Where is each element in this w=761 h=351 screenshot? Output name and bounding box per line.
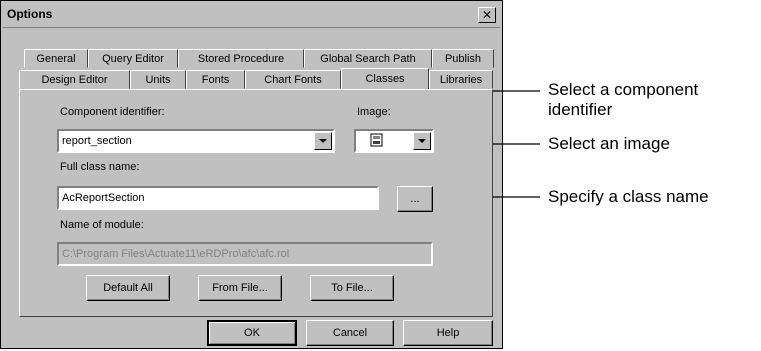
browse-button[interactable]: ... bbox=[397, 186, 433, 212]
module-label: Name of module: bbox=[60, 219, 144, 231]
callout-component-line2: identifier bbox=[548, 100, 613, 119]
tab-publish[interactable]: Publish bbox=[432, 49, 494, 68]
cancel-button[interactable]: Cancel bbox=[306, 320, 394, 346]
component-identifier-combobox[interactable]: report_section bbox=[57, 129, 335, 153]
component-dropdown-button[interactable] bbox=[314, 132, 332, 150]
tab-global-search-path[interactable]: Global Search Path bbox=[304, 49, 432, 68]
help-button[interactable]: Help bbox=[403, 320, 493, 346]
chevron-down-icon bbox=[418, 139, 426, 143]
tab-general[interactable]: General bbox=[24, 49, 88, 68]
callout-select-image: Select an image bbox=[548, 134, 670, 153]
full-class-name-value: AcReportSection bbox=[62, 192, 145, 204]
tab-fonts[interactable]: Fonts bbox=[186, 70, 245, 89]
close-icon[interactable]: ✕ bbox=[478, 7, 496, 23]
tab-stored-procedure[interactable]: Stored Procedure bbox=[178, 49, 304, 68]
title-bar[interactable]: Options ✕ bbox=[3, 3, 500, 28]
component-identifier-label: Component identifier: bbox=[60, 106, 165, 118]
default-all-button[interactable]: Default All bbox=[86, 275, 170, 301]
ok-button[interactable]: OK bbox=[207, 320, 297, 346]
image-label: Image: bbox=[357, 106, 391, 118]
component-image-icon bbox=[370, 133, 383, 147]
full-class-name-label: Full class name: bbox=[60, 161, 140, 173]
tab-libraries[interactable]: Libraries bbox=[429, 70, 493, 89]
options-dialog: Options ✕ General Query Editor Stored Pr… bbox=[0, 0, 503, 349]
full-class-name-input[interactable]: AcReportSection bbox=[57, 186, 379, 210]
chevron-down-icon bbox=[319, 139, 327, 143]
module-input: C:\Program Files\Actuate11\eRDPro\afc\af… bbox=[57, 242, 433, 266]
tab-chart-fonts[interactable]: Chart Fonts bbox=[245, 70, 341, 89]
tab-classes[interactable]: Classes bbox=[341, 68, 429, 89]
tab-units[interactable]: Units bbox=[130, 70, 186, 89]
component-identifier-value: report_section bbox=[62, 135, 132, 147]
callout-component-line1: Select a component bbox=[548, 80, 699, 99]
dialog-title: Options bbox=[7, 7, 53, 21]
from-file-button[interactable]: From File... bbox=[198, 275, 282, 301]
callout-specify-class-name: Specify a class name bbox=[548, 187, 709, 206]
tab-query-editor[interactable]: Query Editor bbox=[88, 49, 178, 68]
module-value: C:\Program Files\Actuate11\eRDPro\afc\af… bbox=[62, 248, 290, 260]
to-file-button[interactable]: To File... bbox=[310, 275, 394, 301]
callout-select-component: Select a component identifier bbox=[548, 80, 698, 120]
tab-design-editor[interactable]: Design Editor bbox=[19, 70, 130, 89]
image-dropdown-button[interactable] bbox=[413, 132, 431, 150]
